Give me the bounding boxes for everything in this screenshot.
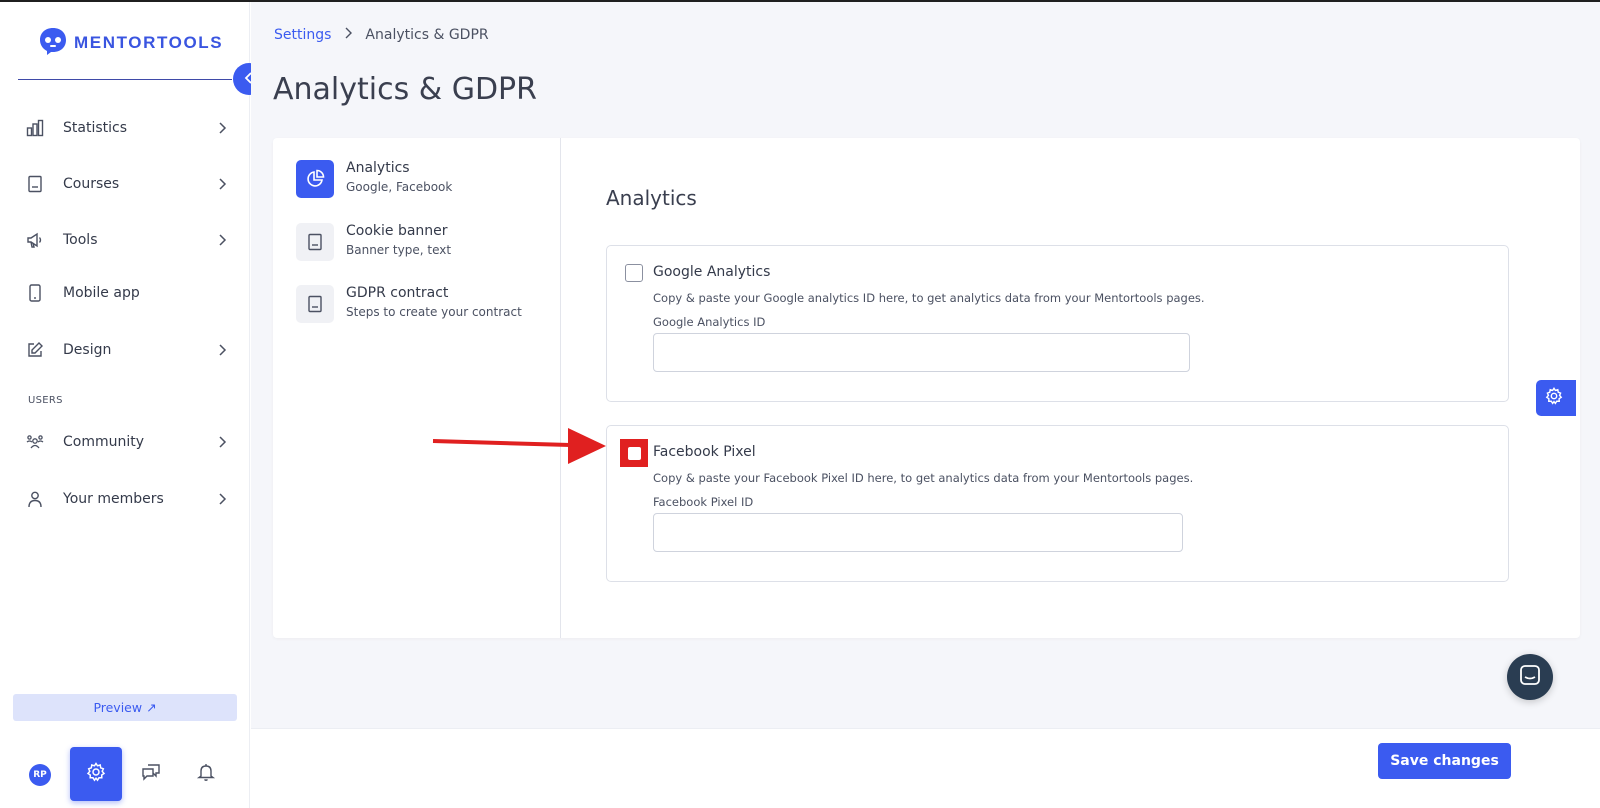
facebook-pixel-panel: Facebook Pixel Copy & paste your Faceboo… [606, 425, 1509, 582]
google-analytics-title: Google Analytics [653, 264, 771, 280]
facebook-pixel-checkbox[interactable] [620, 439, 648, 467]
sidebar: MENTORTOOLS Statistics Courses Tools Mob… [0, 2, 250, 808]
users-section-label: USERS [28, 395, 63, 406]
book-icon [296, 223, 334, 261]
chevron-right-icon [217, 434, 227, 453]
preview-button[interactable]: Preview ↗ [13, 694, 237, 721]
sidebar-item-your-members[interactable]: Your members [22, 483, 227, 515]
chevron-right-icon [217, 176, 227, 195]
page-title: Analytics & GDPR [273, 72, 537, 107]
google-analytics-checkbox[interactable] [625, 264, 643, 282]
sidebar-item-statistics[interactable]: Statistics [22, 112, 227, 144]
chat-icon [141, 762, 161, 786]
facebook-pixel-id-input[interactable] [653, 513, 1183, 552]
footer-bar: Save changes [251, 728, 1600, 808]
sidebar-item-courses[interactable]: Courses [22, 168, 227, 200]
breadcrumb-settings-link[interactable]: Settings [274, 27, 331, 43]
chat-icon [1519, 664, 1541, 690]
save-changes-button[interactable]: Save changes [1378, 743, 1511, 779]
chevron-right-icon [343, 26, 353, 44]
settings-card: Analytics Google, Facebook Cookie banner… [273, 138, 1580, 638]
sidebar-item-label: Courses [63, 176, 120, 192]
settings-button[interactable] [70, 747, 122, 801]
sidebar-item-community[interactable]: Community [22, 426, 227, 458]
sidebar-item-mobile-app[interactable]: Mobile app [22, 277, 227, 309]
subnav-desc: Banner type, text [346, 243, 452, 257]
subnav-item-analytics[interactable]: Analytics Google, Facebook [296, 160, 556, 204]
annotation-arrow-icon [430, 425, 610, 471]
chevron-right-icon [217, 491, 227, 510]
mobile-icon [22, 280, 48, 306]
sidebar-bottom-bar: RP [0, 747, 250, 803]
sidebar-item-label: Mobile app [63, 285, 140, 301]
support-chat-button[interactable] [1507, 654, 1553, 700]
facebook-pixel-title: Facebook Pixel [653, 444, 756, 460]
card-divider [560, 138, 561, 638]
main-content: Settings Analytics & GDPR Analytics & GD… [251, 2, 1600, 742]
gear-icon [1545, 387, 1563, 409]
book-icon [22, 171, 48, 197]
google-analytics-id-label: Google Analytics ID [653, 315, 766, 329]
subnav-title: Cookie banner [346, 223, 448, 239]
logo-icon [38, 26, 68, 60]
sidebar-item-label: Your members [63, 491, 164, 507]
pie-chart-icon [296, 160, 334, 198]
bar-chart-icon [22, 115, 48, 141]
subnav-title: GDPR contract [346, 285, 449, 301]
sidebar-item-label: Community [63, 434, 145, 450]
facebook-pixel-id-label: Facebook Pixel ID [653, 495, 754, 509]
facebook-pixel-desc: Copy & paste your Facebook Pixel ID here… [653, 471, 1194, 485]
sidebar-item-tools[interactable]: Tools [22, 224, 227, 256]
sidebar-item-design[interactable]: Design [22, 334, 227, 366]
subnav-item-gdpr-contract[interactable]: GDPR contract Steps to create your contr… [296, 285, 556, 329]
breadcrumb-current: Analytics & GDPR [365, 27, 489, 43]
subnav-desc: Steps to create your contract [346, 305, 522, 319]
sidebar-item-label: Statistics [63, 120, 127, 136]
chevron-right-icon [217, 120, 227, 139]
user-icon [22, 486, 48, 512]
megaphone-icon [22, 227, 48, 253]
avatar[interactable]: RP [29, 764, 51, 786]
chevron-right-icon [217, 342, 227, 361]
google-analytics-panel: Google Analytics Copy & paste your Googl… [606, 245, 1509, 402]
book-icon [296, 285, 334, 323]
logo[interactable]: MENTORTOOLS [38, 26, 223, 60]
gear-icon [86, 762, 106, 786]
google-analytics-desc: Copy & paste your Google analytics ID he… [653, 291, 1205, 305]
sidebar-item-label: Design [63, 342, 112, 358]
logo-divider [18, 79, 232, 80]
breadcrumb: Settings Analytics & GDPR [274, 26, 489, 44]
subnav-title: Analytics [346, 160, 410, 176]
subnav-item-cookie-banner[interactable]: Cookie banner Banner type, text [296, 223, 556, 267]
messages-button[interactable] [125, 747, 177, 801]
floating-settings-button[interactable] [1536, 380, 1576, 416]
google-analytics-id-input[interactable] [653, 333, 1190, 372]
chevron-right-icon [217, 232, 227, 251]
section-title: Analytics [606, 186, 697, 210]
logo-text: MENTORTOOLS [74, 33, 224, 52]
sidebar-item-label: Tools [63, 232, 98, 248]
bell-icon [196, 762, 216, 786]
pencil-icon [22, 337, 48, 363]
subnav-desc: Google, Facebook [346, 180, 453, 194]
notifications-button[interactable] [180, 747, 232, 801]
community-icon [22, 429, 48, 455]
